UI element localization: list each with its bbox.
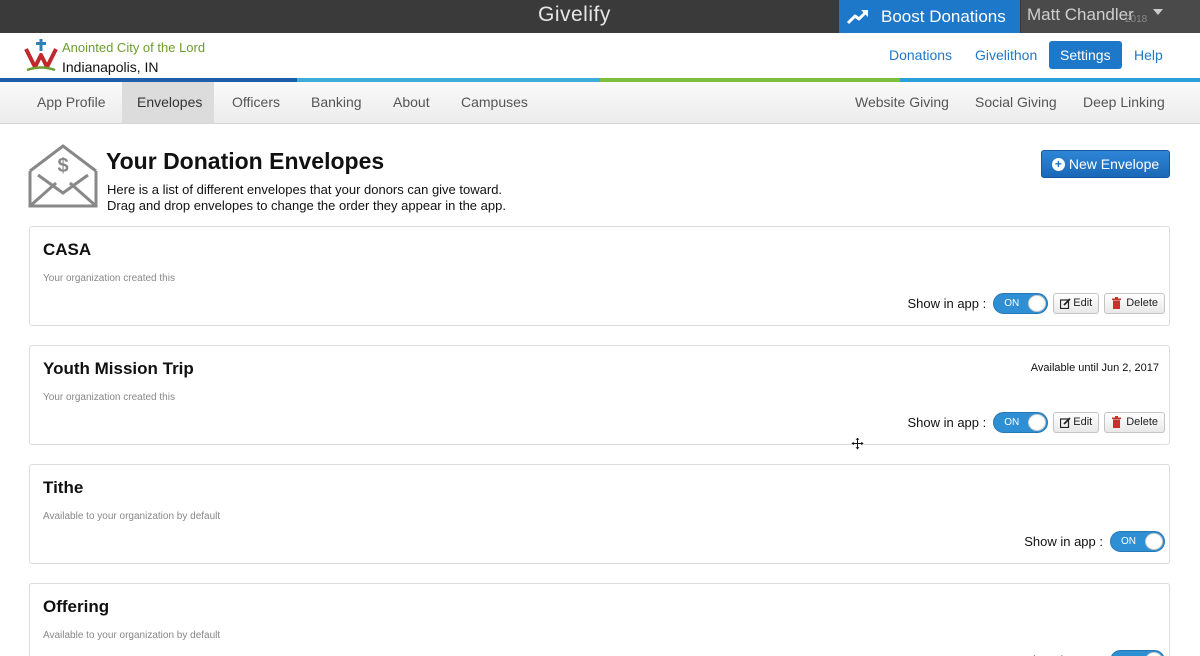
envelope-note: Available to your organization by defaul… [43, 511, 221, 522]
new-envelope-label: New Envelope [1068, 156, 1160, 172]
envelope-name: Youth Mission Trip [43, 359, 194, 378]
envelope-card[interactable]: Offering Available to your organization … [29, 583, 1170, 656]
toggle-knob [1028, 294, 1047, 312]
org-header: Anointed City of the Lord Indianapolis, … [0, 33, 1200, 78]
tab-deep-linking[interactable]: Deep Linking [1068, 82, 1180, 123]
tab-officers[interactable]: Officers [217, 82, 295, 123]
envelope-controls: Show in app : ON [1024, 649, 1165, 656]
envelope-note: Available to your organization by defaul… [43, 630, 221, 641]
envelope-card[interactable]: Tithe Available to your organization by … [29, 464, 1170, 564]
show-in-app-toggle[interactable]: ON [1110, 530, 1165, 552]
envelope-name: Tithe [43, 478, 84, 497]
tab-social-giving[interactable]: Social Giving [960, 82, 1072, 123]
toggle-on-text: ON [1004, 297, 1020, 309]
nav-settings[interactable]: Settings [1049, 41, 1122, 69]
delete-label: Delete [1126, 416, 1158, 428]
envelope-dollar-icon: $ [28, 144, 98, 208]
envelope-controls: Show in app : ON [1024, 530, 1165, 552]
show-in-app-toggle[interactable]: ON [993, 411, 1049, 433]
delete-button[interactable]: Delete [1104, 411, 1165, 433]
tab-app-profile[interactable]: App Profile [22, 82, 120, 123]
toggle-knob [1145, 532, 1163, 550]
envelope-card[interactable]: CASA Your organization created this Show… [29, 226, 1170, 326]
trash-icon [1112, 416, 1122, 428]
tab-about[interactable]: About [378, 82, 445, 123]
move-cursor-icon [851, 437, 864, 450]
toggle-on-text: ON [1004, 416, 1020, 428]
edit-icon [1060, 297, 1071, 309]
show-in-app-toggle[interactable]: ON [993, 292, 1049, 314]
envelope-controls: Show in app : ON Edit Delete [907, 292, 1165, 314]
envelope-card[interactable]: Youth Mission Trip Available until Jun 2… [29, 345, 1170, 445]
edit-label: Edit [1073, 297, 1093, 309]
envelope-controls: Show in app : ON Edit Delete [907, 411, 1165, 433]
page-description: Here is a list of different envelopes th… [107, 182, 506, 214]
tab-envelopes[interactable]: Envelopes [122, 82, 214, 123]
user-menu[interactable]: Matt Chandler 2018 [1021, 0, 1200, 33]
envelope-name: CASA [43, 240, 92, 259]
tab-banking[interactable]: Banking [296, 82, 377, 123]
new-envelope-button[interactable]: + New Envelope [1041, 150, 1170, 178]
show-in-app-label: Show in app : [1024, 533, 1103, 549]
delete-label: Delete [1126, 297, 1158, 309]
edit-button[interactable]: Edit [1053, 292, 1100, 314]
settings-tabs: App Profile Envelopes Officers Banking A… [0, 82, 1200, 124]
tab-campuses[interactable]: Campuses [446, 82, 543, 123]
caret-down-icon [1153, 9, 1163, 15]
trending-up-icon [847, 9, 869, 24]
description-line-1: Here is a list of different envelopes th… [107, 182, 503, 197]
delete-button[interactable]: Delete [1104, 292, 1165, 314]
givelify-logo[interactable]: Givelify [538, 3, 611, 27]
trash-icon [1112, 297, 1122, 309]
boost-donations-button[interactable]: Boost Donations [839, 0, 1020, 33]
boost-donations-label: Boost Donations [881, 6, 1006, 26]
svg-text:$: $ [57, 155, 68, 177]
toggle-knob [1145, 651, 1163, 656]
nav-donations[interactable]: Donations [889, 47, 952, 63]
toggle-knob [1028, 413, 1047, 431]
show-in-app-toggle[interactable]: ON [1110, 649, 1165, 656]
user-sub-text: 2018 [1125, 14, 1148, 25]
description-line-2: Drag and drop envelopes to change the or… [107, 198, 506, 213]
edit-label: Edit [1073, 416, 1093, 428]
user-name: Matt Chandler [1027, 5, 1134, 24]
top-bar: Givelify Boost Donations Matt Chandler 2… [0, 0, 1200, 33]
toggle-on-text: ON [1121, 535, 1136, 547]
edit-icon [1060, 416, 1071, 428]
nav-help[interactable]: Help [1134, 47, 1163, 63]
nav-givelithon[interactable]: Givelithon [975, 47, 1037, 63]
envelope-name: Offering [43, 597, 110, 616]
plus-circle-icon: + [1051, 157, 1065, 171]
church-logo-icon [24, 39, 58, 72]
show-in-app-label: Show in app : [907, 295, 987, 311]
envelope-note: Your organization created this [43, 392, 175, 403]
availability-date: Available until Jun 2, 2017 [1030, 362, 1159, 374]
envelope-note: Your organization created this [43, 273, 175, 284]
show-in-app-label: Show in app : [907, 414, 987, 430]
org-city: Indianapolis, IN [62, 59, 159, 75]
edit-button[interactable]: Edit [1053, 411, 1100, 433]
show-in-app-label: Show in app : [1024, 653, 1103, 656]
page-title: Your Donation Envelopes [106, 148, 385, 174]
org-name: Anointed City of the Lord [62, 40, 206, 55]
tab-website-giving[interactable]: Website Giving [840, 82, 964, 123]
